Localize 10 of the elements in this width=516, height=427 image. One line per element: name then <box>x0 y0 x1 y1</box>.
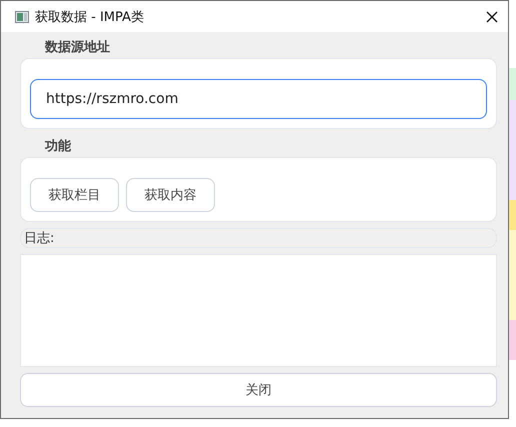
url-field[interactable]: https://rszmro.com <box>30 79 487 119</box>
close-icon[interactable] <box>486 10 498 22</box>
fetch-button[interactable]: 获取栏目 <box>30 178 119 212</box>
window-title: 获取数据 - IMPA类 <box>35 8 145 26</box>
group-title: 功能 <box>45 138 72 156</box>
group-title: 数据源地址 <box>45 39 111 57</box>
close-button[interactable]: 关闭 <box>20 373 497 407</box>
log-label: 日志: <box>24 230 54 247</box>
fetch-button[interactable]: 获取内容 <box>126 178 215 212</box>
app-icon <box>15 10 29 22</box>
